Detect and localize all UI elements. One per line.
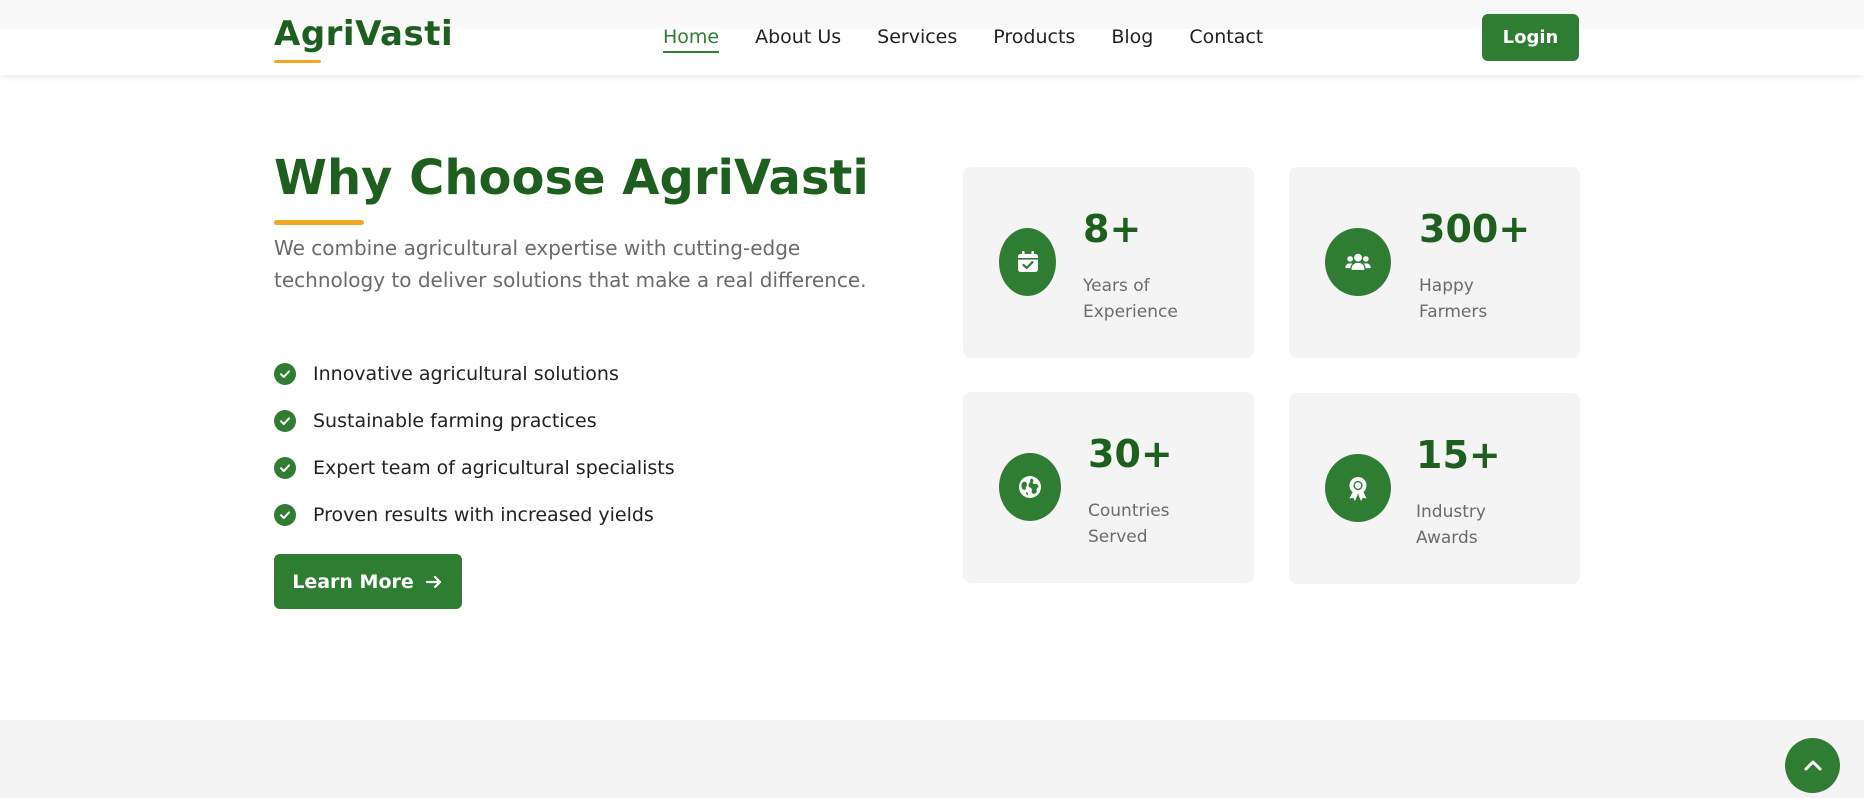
check-circle-icon	[274, 362, 296, 385]
nav-contact[interactable]: Contact	[1189, 26, 1263, 52]
feature-text: Expert team of agricultural specialists	[313, 456, 675, 479]
stat-label: Happy Farmers	[1419, 276, 1488, 322]
title-underline	[274, 220, 364, 225]
main-nav: Home About Us Services Products Blog Con…	[663, 26, 1299, 53]
section-title: Why Choose AgriVasti	[274, 150, 869, 206]
feature-item: Proven results with increased yields	[274, 491, 675, 538]
section-description: We combine agricultural expertise with c…	[274, 236, 867, 292]
next-section-band	[0, 720, 1864, 798]
feature-item: Sustainable farming practices	[274, 397, 675, 444]
feature-list: Innovative agricultural solutions Sustai…	[274, 350, 675, 538]
stat-card-farmers: 300+ Happy Farmers	[1289, 167, 1580, 358]
calendar-check-icon	[999, 228, 1056, 296]
stat-value: 8+	[1083, 207, 1142, 251]
stat-value: 300+	[1419, 207, 1531, 251]
check-circle-icon	[274, 409, 296, 432]
nav-home[interactable]: Home	[663, 26, 720, 53]
stat-card-awards: 15+ Industry Awards	[1289, 393, 1580, 584]
users-icon	[1325, 228, 1391, 296]
site-header: AgriVasti Home About Us Services Product…	[0, 0, 1864, 75]
stat-label: Industry Awards	[1416, 502, 1486, 548]
stat-card-countries: 30+ Countries Served	[963, 392, 1254, 583]
check-circle-icon	[274, 456, 296, 479]
nav-services[interactable]: Services	[877, 26, 957, 52]
stat-label: Years of Experience	[1083, 276, 1178, 322]
stat-value: 30+	[1088, 432, 1173, 476]
login-button[interactable]: Login	[1482, 14, 1579, 61]
logo-underline	[274, 60, 321, 63]
award-icon	[1325, 454, 1391, 522]
feature-text: Innovative agricultural solutions	[313, 362, 619, 385]
stat-value: 15+	[1416, 433, 1501, 477]
stat-card-experience: 8+ Years of Experience	[963, 167, 1254, 358]
nav-blog[interactable]: Blog	[1111, 26, 1153, 52]
feature-text: Proven results with increased yields	[313, 503, 654, 526]
learn-more-button[interactable]: Learn More	[274, 554, 462, 609]
feature-text: Sustainable farming practices	[313, 409, 597, 432]
arrow-right-icon	[425, 575, 441, 588]
nav-about-us[interactable]: About Us	[755, 26, 841, 52]
scroll-to-top-button[interactable]	[1785, 738, 1840, 793]
nav-products[interactable]: Products	[993, 26, 1075, 52]
chevron-up-icon	[1804, 760, 1821, 770]
learn-more-label: Learn More	[292, 570, 414, 593]
site-logo[interactable]: AgriVasti	[274, 14, 453, 54]
check-circle-icon	[274, 503, 296, 526]
feature-item: Innovative agricultural solutions	[274, 350, 675, 397]
globe-icon	[999, 453, 1061, 521]
stat-label: Countries Served	[1088, 501, 1170, 547]
feature-item: Expert team of agricultural specialists	[274, 444, 675, 491]
